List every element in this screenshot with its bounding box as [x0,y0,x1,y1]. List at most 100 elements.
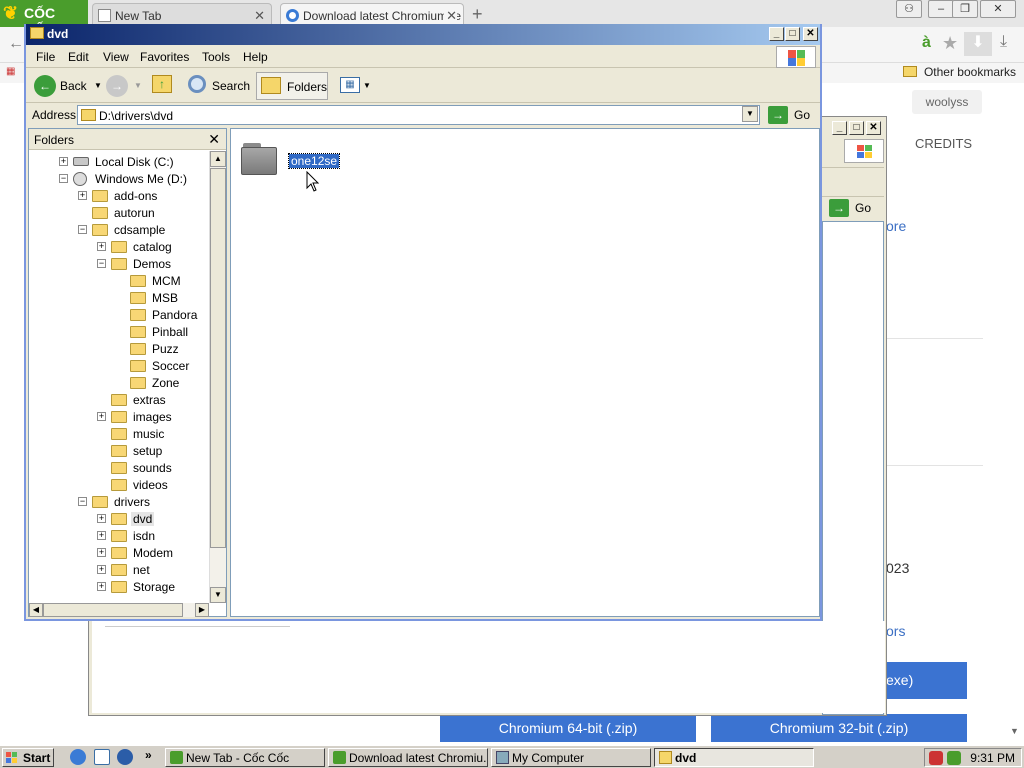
address-input[interactable]: D:\drivers\dvd [77,105,760,125]
go-arrow-icon: → [768,106,788,124]
close-icon[interactable]: ✕ [444,8,457,24]
taskbar-item-new-tab[interactable]: New Tab - Cốc Cốc [165,748,325,767]
menu-file[interactable]: File [36,50,55,64]
collapse-icon[interactable]: − [78,497,87,506]
maximize-icon[interactable]: □ [785,27,800,41]
folder-icon [111,513,127,525]
expand-icon[interactable]: + [97,548,106,557]
tree-item-label: Pinball [152,325,189,339]
close-icon[interactable]: ✕ [866,121,881,135]
scroll-thumb[interactable] [210,168,226,548]
back-label: Back [60,79,87,93]
collapse-icon[interactable]: − [78,225,87,234]
folder-icon [111,411,127,423]
tree-item-label: MCM [152,274,181,288]
windows-logo-icon [6,752,17,763]
folder-name-edit[interactable]: one12se [287,153,341,169]
folders-button[interactable]: Folders [256,72,328,100]
coccoc-logo[interactable]: ❦ CỐC CỐC [0,0,88,37]
star-icon[interactable]: ★ [942,33,958,54]
tree-item-label: images [133,410,172,424]
windows-flag-icon [776,46,816,68]
chromium-64-download-button[interactable]: Chromium 64-bit (.zip) [440,714,696,742]
internet-explorer-icon[interactable] [70,749,86,765]
scroll-down-icon[interactable]: ▼ [1010,726,1019,736]
title-bar[interactable]: dvd _ □ ✕ [26,24,820,45]
chromium-32-download-button[interactable]: Chromium 32-bit (.zip) [711,714,967,742]
views-button[interactable]: ▦ ▼ [336,72,372,100]
forward-button[interactable]: → ▼ [106,72,144,100]
expand-icon[interactable]: + [97,582,106,591]
scroll-right-icon[interactable]: ▶ [195,603,209,617]
tab-strip: ❦ CỐC CỐC New Tab ✕ Download latest Chro… [0,0,1024,37]
go-button[interactable]: → Go [825,199,875,217]
user-badge[interactable]: woolyss [912,90,982,114]
collapse-icon[interactable]: − [59,174,68,183]
taskbar-item-my-computer[interactable]: My Computer [491,748,651,767]
vertical-scrollbar[interactable]: ▲ ▼ [209,151,226,603]
horizontal-scrollbar[interactable]: ◀ ▶ [29,603,209,617]
minimize-icon[interactable]: _ [832,121,847,135]
menu-tools[interactable]: Tools [202,50,230,64]
menu-edit[interactable]: Edit [68,50,89,64]
browser-download-icon[interactable]: ⤓ [1000,33,1007,51]
chevron-down-icon[interactable]: ▼ [742,106,758,122]
minimize-icon[interactable]: – [928,0,954,18]
tree-item-label: videos [133,478,168,492]
back-button[interactable]: ← Back ▼ [32,72,104,100]
quick-launch-more[interactable]: » [145,748,152,762]
apps-icon[interactable]: ▦ [6,66,20,80]
taskbar-item-dvd[interactable]: dvd [654,748,814,767]
go-button[interactable]: → Go [764,106,814,124]
close-icon[interactable]: ✕ [803,27,818,41]
errors-link[interactable]: ors [886,623,905,639]
leaf-icon: ❦ [3,3,19,23]
network-icon[interactable] [947,751,961,765]
extension-icon[interactable]: à [922,34,931,52]
minimize-icon[interactable]: _ [769,27,784,41]
expand-icon[interactable]: + [97,514,106,523]
folder-icon [92,190,108,202]
media-player-icon[interactable] [117,749,133,765]
exe-download-button[interactable]: exe) [886,662,967,699]
folder-item[interactable] [241,141,279,177]
scroll-thumb[interactable] [43,603,183,617]
expand-icon[interactable]: + [78,191,87,200]
scroll-up-icon[interactable]: ▲ [210,151,226,167]
expand-icon[interactable]: + [97,412,106,421]
chevron-down-icon[interactable]: ▼ [363,81,371,90]
menu-help[interactable]: Help [243,50,268,64]
restore-icon[interactable]: ❐ [952,0,978,18]
scroll-left-icon[interactable]: ◀ [29,603,43,617]
search-button[interactable]: Search [184,72,250,100]
profile-icon[interactable]: ⚇ [896,0,922,18]
close-icon[interactable]: ✕ [254,8,265,24]
close-icon[interactable]: ✕ [208,131,220,148]
expand-icon[interactable]: + [59,157,68,166]
outlook-express-icon[interactable] [94,749,110,765]
expand-icon[interactable]: + [97,565,106,574]
maximize-icon[interactable]: □ [849,121,864,135]
menu-favorites[interactable]: Favorites [140,50,189,64]
new-tab-icon[interactable]: + [472,4,483,25]
expand-icon[interactable]: + [97,531,106,540]
up-folder-button[interactable]: ↑ [150,72,174,100]
folders-pane: Folders ✕ + Local Disk (C:) − Windows Me (D… [28,128,227,617]
close-icon[interactable]: ✕ [980,0,1016,18]
start-button[interactable]: Start [2,748,54,767]
shield-icon[interactable] [929,751,943,765]
other-bookmarks[interactable]: Other bookmarks [902,65,1016,79]
more-link[interactable]: ore [886,218,906,234]
download-icon[interactable]: ⬇ [964,32,992,56]
credits-link[interactable]: CREDITS [915,136,972,151]
collapse-icon[interactable]: − [97,259,106,268]
scroll-down-icon[interactable]: ▼ [210,587,226,603]
expand-icon[interactable]: + [97,242,106,251]
menu-view[interactable]: View [103,50,129,64]
standard-toolbar: ← Back ▼ → ▼ ↑ Search Folders ▦ ▼ [26,69,820,103]
back-arrow-icon[interactable]: ← [8,35,24,53]
folder-icon [111,581,127,593]
taskbar-item-chromium[interactable]: Download latest Chromiu... [328,748,488,767]
chevron-down-icon[interactable]: ▼ [134,81,142,90]
chevron-down-icon[interactable]: ▼ [94,81,102,90]
